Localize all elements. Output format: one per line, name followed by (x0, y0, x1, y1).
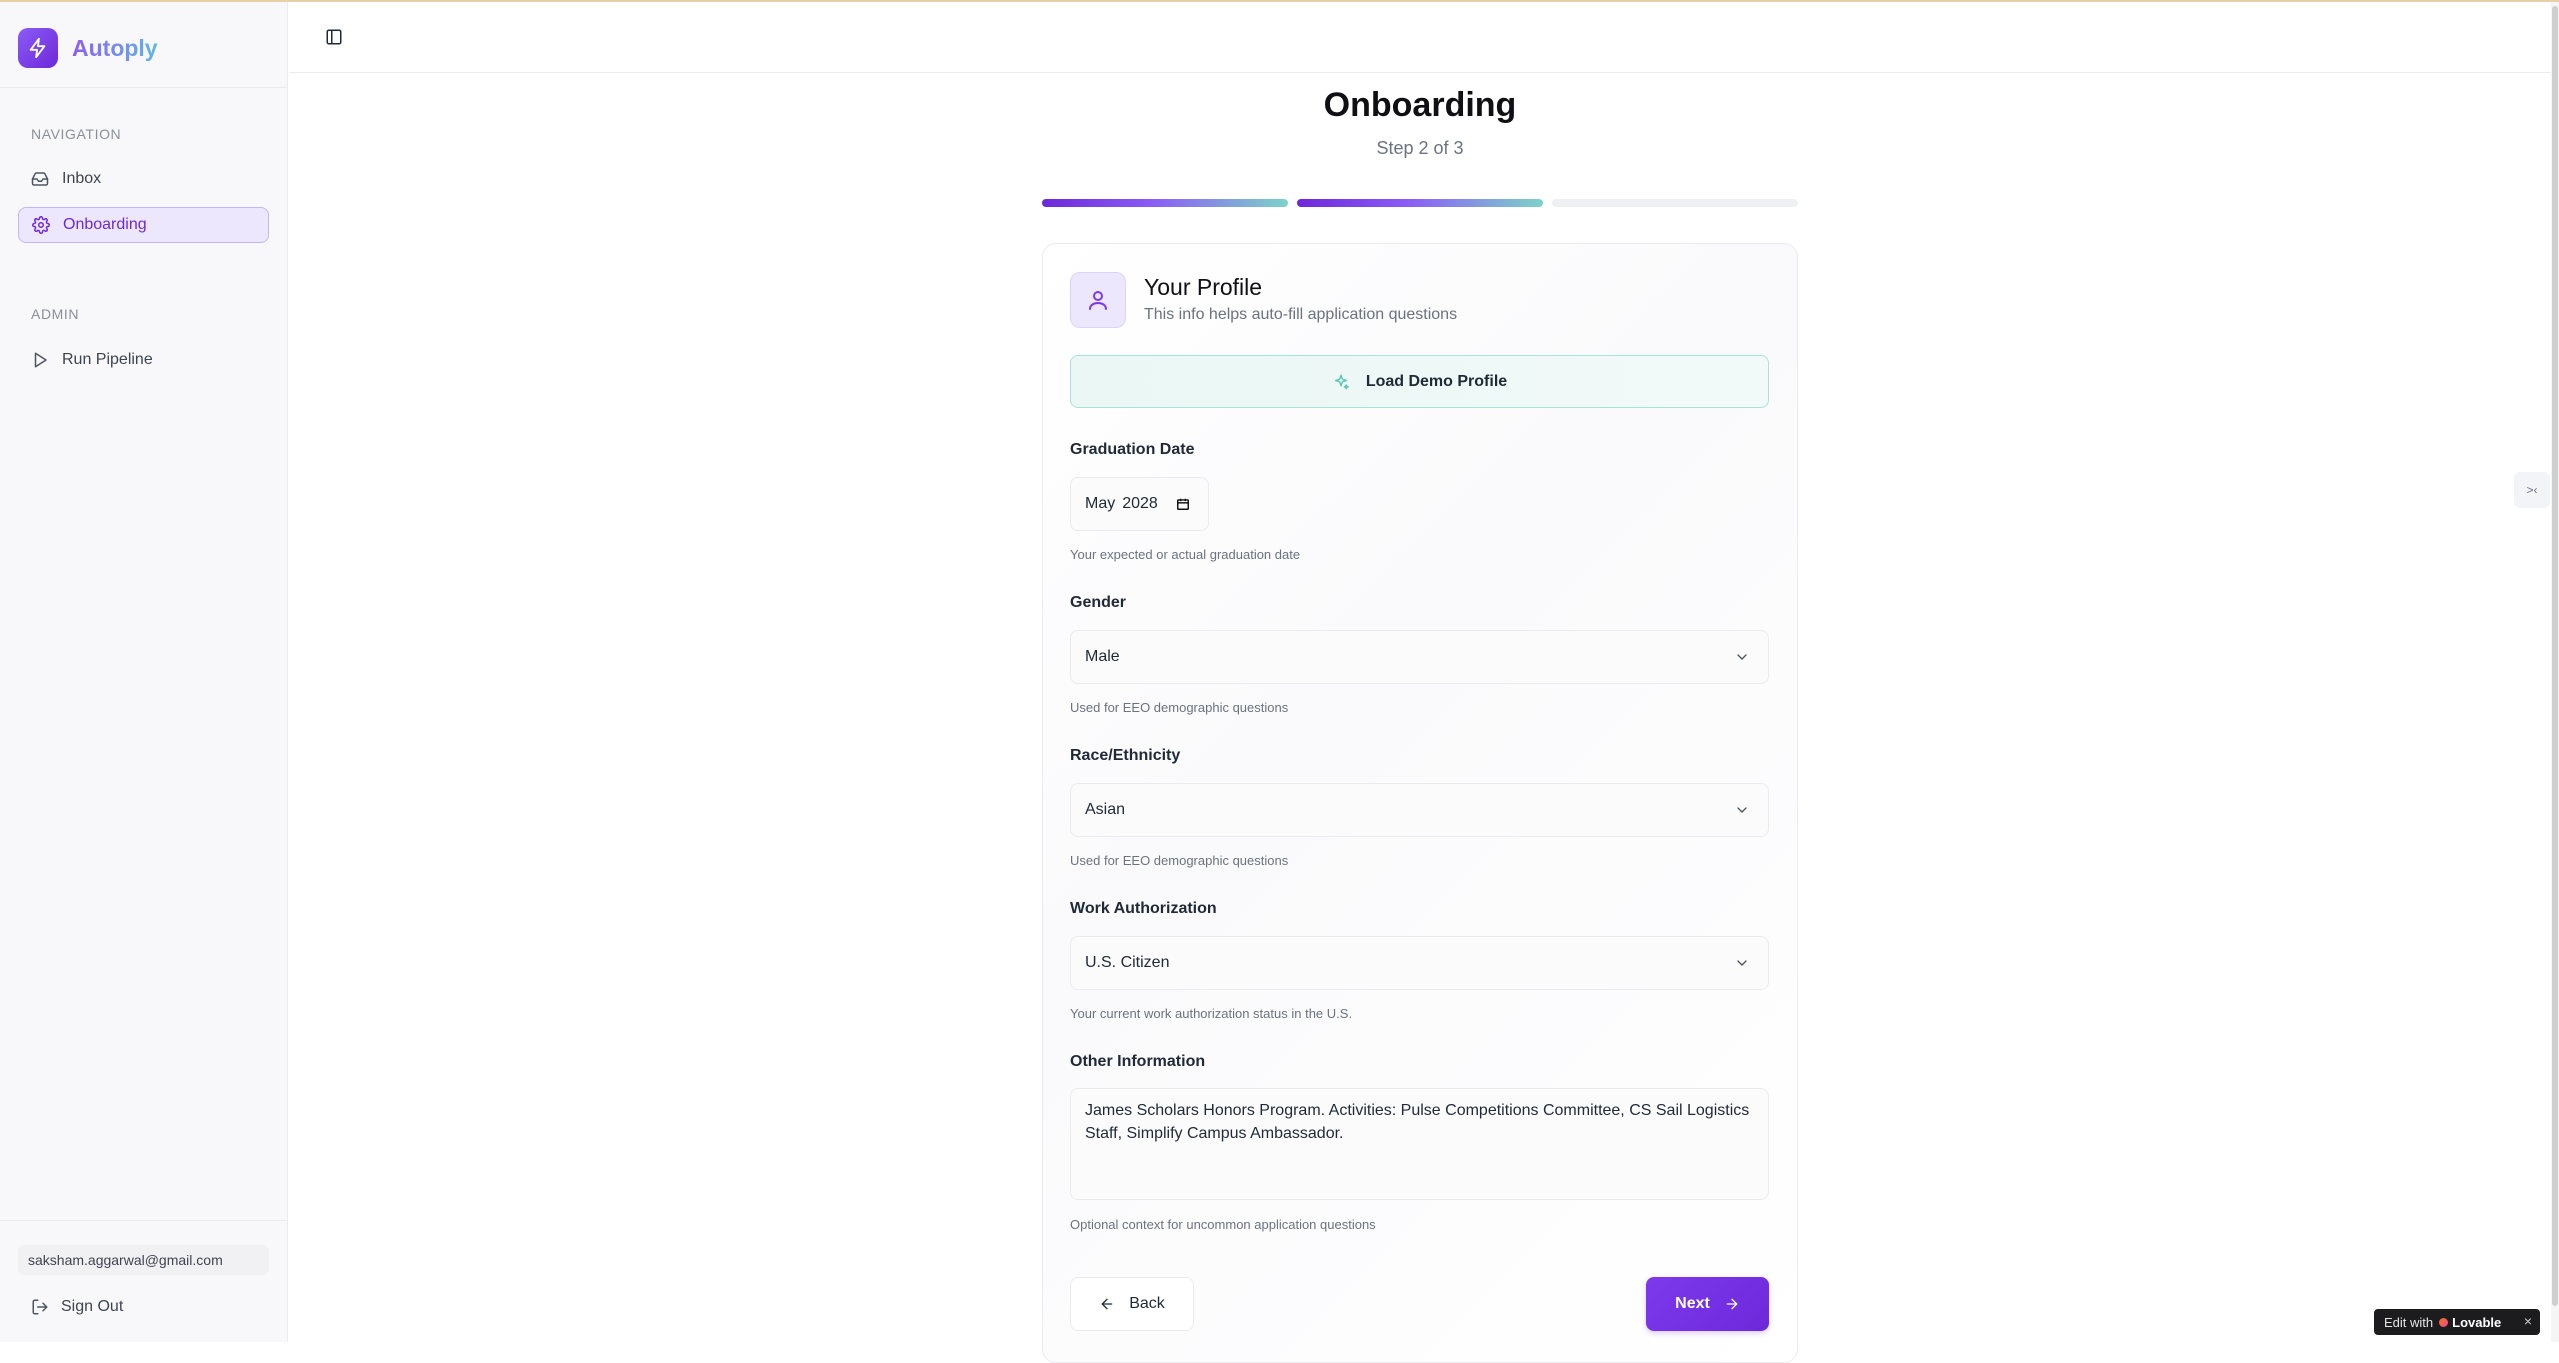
progress-step-1-complete (1042, 199, 1288, 207)
log-out-icon (31, 1298, 49, 1316)
divider (0, 1220, 288, 1221)
graduation-date-hint: Your expected or actual graduation date (1070, 547, 1301, 562)
sign-out-button[interactable]: Sign Out (31, 1298, 123, 1316)
graduation-date-label: Graduation Date (1070, 441, 1195, 458)
back-label: Back (1129, 1295, 1165, 1312)
race-ethnicity-label: Race/Ethnicity (1070, 747, 1181, 764)
app-name: Autoply (72, 34, 158, 61)
progress-step-2-complete (1297, 199, 1543, 207)
section-label-navigation: NAVIGATION (31, 126, 122, 142)
next-label: Next (1675, 1295, 1710, 1312)
user-icon (1070, 272, 1126, 328)
chevron-down-icon (1734, 649, 1750, 665)
inbox-icon (31, 170, 49, 188)
work-authorization-select[interactable]: U.S. Citizen (1070, 936, 1769, 990)
brand[interactable]: Autoply (18, 28, 158, 68)
gear-icon (32, 216, 50, 234)
back-button[interactable]: Back (1070, 1277, 1194, 1331)
sidebar: Autoply NAVIGATION Inbox Onboarding ADMI… (0, 2, 288, 1342)
load-demo-profile-label: Load Demo Profile (1365, 372, 1508, 390)
work-authorization-value: U.S. Citizen (1085, 954, 1170, 971)
sidebar-item-label: Inbox (62, 170, 102, 187)
race-ethnicity-select[interactable]: Asian (1070, 783, 1769, 837)
sparkles-icon (1332, 373, 1350, 391)
arrow-left-icon (1099, 1296, 1115, 1312)
race-ethnicity-value: Asian (1085, 801, 1126, 818)
card-title: Your Profile (1144, 274, 1263, 300)
user-email: saksham.aggarwal@gmail.com (18, 1245, 269, 1275)
work-authorization-label: Work Authorization (1070, 900, 1217, 917)
progress-step-3-pending (1552, 199, 1798, 207)
edit-with-lovable-badge[interactable]: Edit with Lovable × (2374, 1309, 2540, 1335)
play-icon (31, 351, 49, 369)
sidebar-item-onboarding[interactable]: Onboarding (18, 207, 269, 243)
other-information-textarea[interactable]: James Scholars Honors Program. Activitie… (1070, 1088, 1769, 1200)
top-bar (289, 2, 2551, 73)
load-demo-profile-button[interactable]: Load Demo Profile (1070, 355, 1769, 408)
scrollbar[interactable] (2551, 2, 2559, 1342)
gender-value: Male (1085, 648, 1120, 665)
gender-hint: Used for EEO demographic questions (1070, 700, 1289, 715)
page-title: Onboarding (1323, 86, 1517, 124)
lightning-logo-icon (18, 28, 58, 68)
step-indicator: Step 2 of 3 (1376, 138, 1464, 158)
other-information-label: Other Information (1070, 1053, 1206, 1070)
sign-out-label: Sign Out (61, 1298, 124, 1315)
badge-prefix: Edit with (2384, 1314, 2434, 1330)
race-ethnicity-hint: Used for EEO demographic questions (1070, 853, 1289, 868)
graduation-year[interactable]: 2028 (1122, 495, 1158, 513)
calendar-icon[interactable] (1176, 497, 1190, 511)
panel-left-icon (326, 29, 342, 45)
lovable-label: Lovable (2452, 1314, 2502, 1330)
other-information-hint: Optional context for uncommon applicatio… (1070, 1217, 1376, 1232)
sidebar-item-label: Run Pipeline (62, 351, 153, 368)
lovable-brand: Lovable (2439, 1315, 2501, 1330)
close-icon[interactable]: × (2524, 1313, 2532, 1329)
chevron-down-icon (1734, 802, 1750, 818)
gender-select[interactable]: Male (1070, 630, 1769, 684)
sidebar-item-run-pipeline[interactable]: Run Pipeline (18, 342, 269, 378)
arrow-right-icon (1724, 1296, 1740, 1312)
sidebar-item-label: Onboarding (63, 216, 147, 233)
sidebar-toggle-button[interactable] (323, 26, 345, 48)
next-button[interactable]: Next (1646, 1277, 1769, 1331)
graduation-month[interactable]: May (1085, 495, 1115, 513)
lovable-heart-icon (2439, 1317, 2449, 1327)
section-label-admin: ADMIN (31, 306, 80, 322)
side-panel-tab[interactable]: >‹ (2514, 472, 2550, 508)
gender-label: Gender (1070, 594, 1127, 611)
graduation-date-input[interactable]: May 2028 (1070, 477, 1209, 531)
scrollbar-thumb[interactable] (2552, 6, 2558, 1306)
sidebar-item-inbox[interactable]: Inbox (18, 161, 269, 197)
chevron-down-icon (1734, 955, 1750, 971)
work-authorization-hint: Your current work authorization status i… (1070, 1006, 1353, 1021)
card-subtitle: This info helps auto-fill application qu… (1144, 306, 1458, 323)
divider (0, 87, 288, 88)
